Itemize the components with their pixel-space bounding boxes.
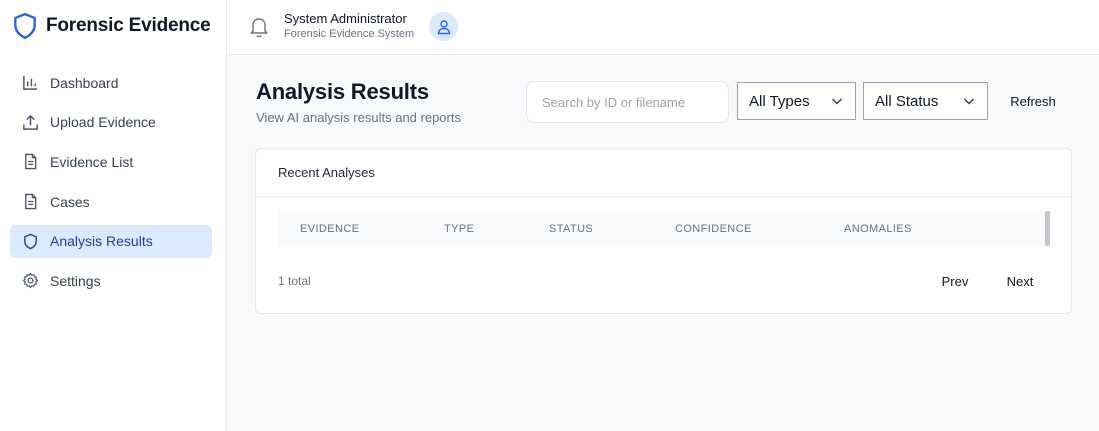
brand-title: Forensic Evidence: [46, 15, 211, 36]
upload-icon: [21, 113, 39, 131]
sidebar-item-label: Cases: [50, 193, 90, 210]
sidebar-item-dashboard[interactable]: Dashboard: [10, 66, 212, 99]
chevron-down-icon: [831, 98, 843, 105]
sidebar-nav: Dashboard Upload Evidence Evidence List …: [10, 66, 212, 304]
sidebar-item-cases[interactable]: Cases: [10, 185, 212, 218]
shield-icon: [21, 232, 39, 250]
page-title: Analysis Results: [256, 79, 429, 104]
user-icon: [437, 19, 450, 34]
user-name: System Administrator: [284, 11, 407, 26]
sidebar-item-label: Upload Evidence: [50, 114, 156, 131]
shield-icon: [14, 12, 36, 40]
bar-chart-icon: [21, 74, 39, 92]
bell-icon[interactable]: [248, 15, 270, 39]
type-filter-value: All Types: [749, 92, 810, 110]
total-count: 1 total: [278, 274, 311, 288]
sidebar: Forensic Evidence Dashboard Upload Evide…: [0, 0, 227, 431]
type-filter-select[interactable]: All Types: [737, 82, 856, 120]
recent-analyses-card: Recent Analyses EVIDENCE TYPE STATUS CON…: [255, 148, 1072, 314]
brand[interactable]: Forensic Evidence: [12, 12, 211, 40]
card-title: Recent Analyses: [256, 149, 1071, 197]
chevron-down-icon: [963, 98, 975, 105]
status-filter-value: All Status: [875, 92, 939, 110]
search-input[interactable]: [526, 81, 729, 123]
column-header-anomalies[interactable]: ANOMALIES: [844, 223, 912, 235]
sidebar-item-settings[interactable]: Settings: [10, 264, 212, 297]
column-header-status[interactable]: STATUS: [549, 223, 593, 235]
page-subtitle: View AI analysis results and reports: [256, 110, 461, 125]
table-header: EVIDENCE TYPE STATUS CONFIDENCE ANOMALIE…: [278, 211, 1050, 247]
column-header-evidence[interactable]: EVIDENCE: [300, 223, 359, 235]
refresh-button[interactable]: Refresh: [998, 84, 1068, 118]
prev-button[interactable]: Prev: [932, 266, 978, 296]
sidebar-item-label: Evidence List: [50, 153, 134, 170]
gear-icon: [21, 272, 39, 290]
sidebar-item-upload-evidence[interactable]: Upload Evidence: [10, 106, 212, 139]
user-subtitle: Forensic Evidence System: [284, 28, 415, 40]
topbar: System Administrator Forensic Evidence S…: [227, 0, 1099, 55]
table-scrollbar[interactable]: [1045, 211, 1050, 246]
avatar[interactable]: [429, 12, 458, 41]
document-icon: [21, 193, 39, 211]
column-header-type[interactable]: TYPE: [444, 223, 474, 235]
status-filter-select[interactable]: All Status: [863, 82, 988, 120]
next-button[interactable]: Next: [998, 266, 1042, 296]
sidebar-item-evidence-list[interactable]: Evidence List: [10, 145, 212, 178]
column-header-confidence[interactable]: CONFIDENCE: [675, 223, 752, 235]
sidebar-item-label: Analysis Results: [50, 233, 153, 250]
user-info: System Administrator Forensic Evidence S…: [284, 11, 414, 40]
document-icon: [21, 153, 39, 171]
sidebar-item-label: Dashboard: [50, 74, 119, 91]
sidebar-item-analysis-results[interactable]: Analysis Results: [10, 224, 212, 258]
sidebar-item-label: Settings: [50, 272, 101, 289]
